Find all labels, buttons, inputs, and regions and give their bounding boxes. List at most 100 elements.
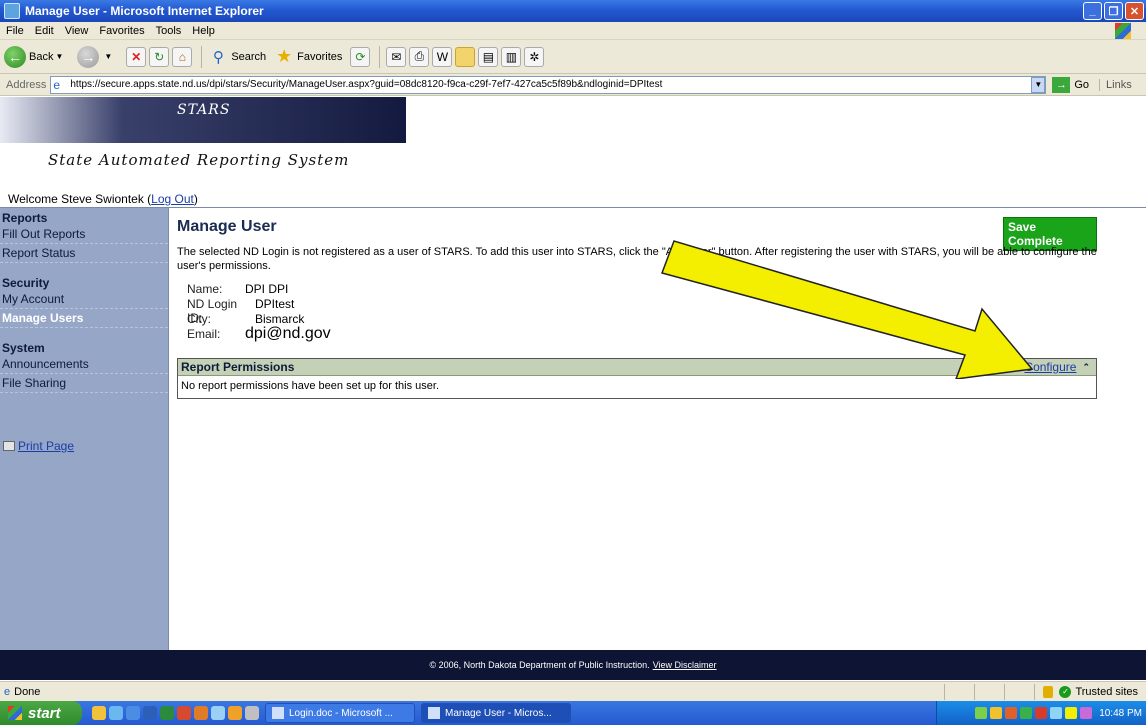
search-button[interactable]: ⚲ Search [208, 47, 266, 67]
go-label: Go [1074, 78, 1090, 91]
page-icon: e [53, 77, 61, 92]
sidebar-heading-security: Security [2, 276, 50, 290]
sidebar-item-fill-out-reports[interactable]: Fill Out Reports [0, 225, 168, 244]
edit-icon[interactable]: W [432, 46, 453, 67]
tray-icon[interactable] [1020, 707, 1033, 719]
chevron-down-icon: ▼ [104, 52, 113, 61]
quick-launch-icon[interactable] [92, 706, 106, 720]
back-button[interactable]: ← Back ▼ [4, 45, 69, 68]
go-arrow-icon: → [1052, 76, 1071, 93]
history-icon[interactable]: ⟳ [350, 46, 371, 67]
welcome-suffix: ) [193, 192, 198, 206]
forward-button[interactable]: → ▼ [77, 45, 118, 68]
menu-file[interactable]: File [6, 25, 24, 37]
tray-icon[interactable] [1005, 707, 1018, 719]
name-label: Name: [187, 282, 223, 296]
tray-icon[interactable] [1080, 707, 1093, 719]
windows-logo-icon [1115, 23, 1131, 39]
quick-launch-icon[interactable] [126, 706, 140, 720]
chevron-down-icon: ▼ [55, 52, 64, 61]
quick-launch-icon[interactable] [177, 706, 191, 720]
tray-icon[interactable] [990, 707, 1003, 719]
menu-view[interactable]: View [65, 25, 89, 37]
print-icon[interactable]: ⎙ [409, 46, 430, 67]
minimize-button[interactable]: _ [1083, 2, 1102, 20]
banner-title: STARS [177, 102, 231, 118]
toolbar: ← Back ▼ → ▼ ✕ ↻ ⌂ ⚲ Search ★ Favorites … [0, 40, 1146, 74]
welcome-prefix: Welcome Steve Swiontek ( [8, 192, 152, 206]
quick-launch-icon[interactable] [245, 706, 259, 720]
sidebar-item-manage-users[interactable]: Manage Users [0, 309, 168, 328]
quick-launch-icon[interactable] [143, 706, 157, 720]
site-subtitle: State Automated Reporting System [48, 151, 350, 169]
status-cell [1004, 683, 1034, 700]
document-icon[interactable]: ▤ [478, 46, 499, 67]
messenger-icon[interactable]: ✲ [524, 46, 545, 67]
tray-icon[interactable] [1035, 707, 1048, 719]
user-info: Name: DPI DPI ND Login ID: DPItest City:… [187, 282, 331, 347]
home-icon[interactable]: ⌂ [172, 46, 193, 67]
task-label: Manage User - Micros... [445, 707, 552, 719]
tray-icon[interactable] [975, 707, 988, 719]
sidebar: Reports Fill Out Reports Report Status S… [0, 208, 169, 680]
quick-launch-icon[interactable] [109, 706, 123, 720]
yellow-arrow-annotation [661, 240, 1034, 379]
print-page-link[interactable]: Print Page [0, 439, 168, 453]
header-divider [0, 207, 1146, 208]
quick-launch-icon[interactable] [194, 706, 208, 720]
maximize-button[interactable]: ❐ [1104, 2, 1123, 20]
ie-icon [428, 707, 440, 719]
menu-help[interactable]: Help [192, 25, 215, 37]
back-label: Back [29, 50, 54, 63]
links-button[interactable]: Links [1099, 78, 1132, 91]
stop-icon[interactable]: ✕ [126, 46, 147, 67]
address-input[interactable]: e https://secure.apps.state.nd.us/dpi/st… [50, 75, 1047, 94]
info-row-name: Name: DPI DPI [187, 282, 331, 297]
sidebar-item-file-sharing[interactable]: File Sharing [0, 374, 168, 393]
logout-link[interactable]: Log Out [151, 192, 194, 206]
disclaimer-link[interactable]: View Disclaimer [653, 660, 717, 670]
check-icon: ✓ [1059, 685, 1072, 698]
toolbar-separator [201, 45, 203, 68]
welcome-text: Welcome Steve Swiontek (Log Out) [8, 192, 198, 206]
zone-label: Trusted sites [1075, 685, 1138, 698]
taskbar-button-word[interactable]: Login.doc - Microsoft ... [265, 703, 415, 723]
start-button[interactable]: start [0, 701, 82, 725]
ie-icon [4, 3, 20, 19]
window-title: Manage User - Microsoft Internet Explore… [25, 4, 264, 18]
refresh-icon[interactable]: ↻ [149, 46, 170, 67]
page-content: STARS State Automated Reporting System W… [0, 97, 1146, 680]
mail-icon[interactable]: ✉ [386, 46, 407, 67]
quick-launch-icon[interactable] [160, 706, 174, 720]
quick-launch-icon[interactable] [211, 706, 225, 720]
tray-icon[interactable] [1050, 707, 1063, 719]
task-label: Login.doc - Microsoft ... [289, 707, 393, 719]
report-permissions-empty: No report permissions have been set up f… [181, 380, 440, 392]
printer-icon [3, 441, 15, 451]
sidebar-item-my-account[interactable]: My Account [0, 290, 168, 309]
menu-favorites[interactable]: Favorites [99, 25, 144, 37]
tray-icon[interactable] [1065, 707, 1078, 719]
search-label: Search [231, 50, 267, 63]
info-row-login: ND Login ID: DPItest [187, 297, 331, 325]
taskbar-button-ie[interactable]: Manage User - Micros... [421, 703, 571, 723]
favorites-button[interactable]: ★ Favorites [274, 46, 342, 67]
address-label: Address [6, 78, 47, 91]
clock[interactable]: 10:48 PM [1099, 708, 1142, 719]
menu-tools[interactable]: Tools [156, 25, 182, 37]
close-button[interactable]: ✕ [1125, 2, 1144, 20]
quick-launch-icon[interactable] [228, 706, 242, 720]
sidebar-heading-reports: Reports [2, 211, 48, 225]
menu-edit[interactable]: Edit [35, 25, 54, 37]
go-button[interactable]: → Go [1052, 76, 1090, 93]
research-icon[interactable]: ▥ [501, 46, 522, 67]
status-cell [974, 683, 1004, 700]
security-zone[interactable]: ✓ Trusted sites [1034, 683, 1146, 700]
chevron-down-icon[interactable]: ▼ [1031, 76, 1046, 93]
start-label: start [28, 704, 61, 722]
sidebar-item-report-status[interactable]: Report Status [0, 244, 168, 263]
sidebar-item-announcements[interactable]: Announcements [0, 355, 168, 374]
folder-icon[interactable] [455, 46, 476, 67]
